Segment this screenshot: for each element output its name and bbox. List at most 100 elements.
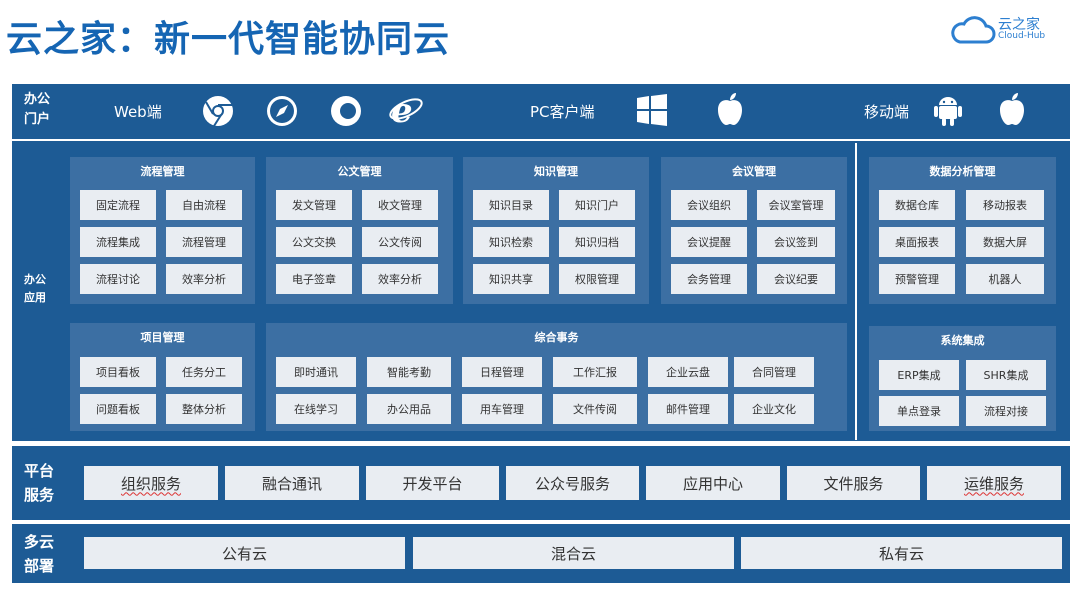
platform-label-line2: 服务 <box>24 486 55 504</box>
portal-label: 办公 门户 <box>24 90 50 130</box>
app-item[interactable]: 效率分析 <box>166 264 242 294</box>
app-item[interactable]: 会议室管理 <box>757 190 835 220</box>
app-item[interactable]: 日程管理 <box>462 357 542 387</box>
panel-meeting: 会议管理 会议组织 会议室管理 会议提醒 会议签到 会务管理 会议纪要 <box>661 157 847 304</box>
panel-project: 项目管理 项目看板 任务分工 问题看板 整体分析 <box>70 323 255 431</box>
panel-document: 公文管理 发文管理 收文管理 公文交换 公文传阅 电子签章 效率分析 <box>266 157 453 304</box>
panel-integration: 系统集成 ERP集成 SHR集成 单点登录 流程对接 <box>869 326 1056 431</box>
platform-service-item[interactable]: 运维服务 <box>927 466 1061 500</box>
panel-title: 知识管理 <box>534 165 578 178</box>
ie-icon: e <box>386 89 426 129</box>
app-item[interactable]: 邮件管理 <box>648 394 728 424</box>
app-item[interactable]: 数据仓库 <box>879 190 955 220</box>
windows-icon <box>632 90 672 130</box>
app-item[interactable]: 企业文化 <box>734 394 814 424</box>
app-item[interactable]: 文件传阅 <box>553 394 637 424</box>
platform-service-item[interactable]: 开发平台 <box>366 466 499 500</box>
app-item[interactable]: 会议组织 <box>671 190 747 220</box>
app-item[interactable]: 项目看板 <box>80 357 156 387</box>
firefox-icon <box>326 91 366 131</box>
mobile-label: 移动端 <box>864 103 910 121</box>
panel-title: 公文管理 <box>337 165 382 178</box>
panel-title: 综合事务 <box>534 331 579 344</box>
app-item[interactable]: 权限管理 <box>559 264 635 294</box>
app-item[interactable]: 自由流程 <box>166 190 242 220</box>
app-item[interactable]: 效率分析 <box>362 264 438 294</box>
app-item[interactable]: 机器人 <box>966 264 1044 294</box>
platform-service-item[interactable]: 组织服务 <box>84 466 218 500</box>
app-item[interactable]: 移动报表 <box>966 190 1044 220</box>
app-item[interactable]: 流程讨论 <box>80 264 156 294</box>
platform-label-line1: 平台 <box>24 462 55 480</box>
app-item[interactable]: 流程集成 <box>80 227 156 257</box>
app-item[interactable]: 公文交换 <box>276 227 352 257</box>
panel-title: 数据分析管理 <box>929 165 996 178</box>
app-item[interactable]: 智能考勤 <box>367 357 451 387</box>
platform-service-item[interactable]: 文件服务 <box>787 466 920 500</box>
cloud-deploy-item[interactable]: 私有云 <box>741 537 1062 569</box>
app-item[interactable]: ERP集成 <box>879 360 959 390</box>
app-item[interactable]: 任务分工 <box>166 357 242 387</box>
platform-label: 平台 服务 <box>24 459 54 507</box>
panel-knowledge: 知识管理 知识目录 知识门户 知识检索 知识归档 知识共享 权限管理 <box>463 157 649 304</box>
app-item[interactable]: 知识检索 <box>473 227 549 257</box>
platform-service-item[interactable]: 融合通讯 <box>225 466 359 500</box>
cloud-logo-icon <box>951 16 996 44</box>
apps-label-line2: 应用 <box>24 291 46 304</box>
app-item[interactable]: 数据大屏 <box>966 227 1044 257</box>
cloud-label: 多云 部署 <box>24 530 54 578</box>
app-item[interactable]: 工作汇报 <box>553 357 637 387</box>
android-icon <box>928 90 968 130</box>
panel-title: 系统集成 <box>940 334 985 347</box>
app-item[interactable]: 知识门户 <box>559 190 635 220</box>
app-item[interactable]: 预警管理 <box>879 264 955 294</box>
cloud-label-line2: 部署 <box>24 557 55 575</box>
app-item[interactable]: 流程管理 <box>166 227 242 257</box>
panel-title: 项目管理 <box>140 331 185 344</box>
platform-service-item[interactable]: 公众号服务 <box>506 466 639 500</box>
app-item[interactable]: SHR集成 <box>966 360 1046 390</box>
app-item[interactable]: 流程对接 <box>966 396 1046 426</box>
section-divider <box>855 143 857 440</box>
app-item[interactable]: 合同管理 <box>734 357 814 387</box>
app-item[interactable]: 整体分析 <box>166 394 242 424</box>
chrome-icon <box>198 91 238 131</box>
app-item[interactable]: 企业云盘 <box>648 357 728 387</box>
cloud-deploy-item[interactable]: 公有云 <box>84 537 405 569</box>
app-item[interactable]: 办公用品 <box>367 394 451 424</box>
panel-affairs: 综合事务 即时通讯 智能考勤 日程管理 工作汇报 企业云盘 合同管理 在线学习 … <box>266 323 847 431</box>
cloud-deploy-item[interactable]: 混合云 <box>413 537 734 569</box>
portal-band: 办公 门户 Web端 e PC客户端 移动端 <box>12 84 1070 139</box>
portal-label-line1: 办公 <box>24 92 51 107</box>
app-item[interactable]: 固定流程 <box>80 190 156 220</box>
panel-title: 流程管理 <box>140 165 185 178</box>
app-item[interactable]: 桌面报表 <box>879 227 955 257</box>
app-item[interactable]: 收文管理 <box>362 190 438 220</box>
panel-title: 会议管理 <box>732 165 776 178</box>
platform-service-label: 运维服务 <box>963 474 1024 493</box>
app-item[interactable]: 会议签到 <box>757 227 835 257</box>
app-item[interactable]: 用车管理 <box>462 394 542 424</box>
logo-subtext: Cloud-Hub <box>998 31 1046 41</box>
app-item[interactable]: 知识共享 <box>473 264 549 294</box>
web-label: Web端 <box>114 103 162 121</box>
app-item[interactable]: 知识归档 <box>559 227 635 257</box>
app-item[interactable]: 电子签章 <box>276 264 352 294</box>
pc-client-label: PC客户端 <box>530 103 595 121</box>
app-item[interactable]: 知识目录 <box>473 190 549 220</box>
app-item[interactable]: 发文管理 <box>276 190 352 220</box>
apps-label-line1: 办公 <box>24 273 46 286</box>
platform-service-item[interactable]: 应用中心 <box>646 466 780 500</box>
cloud-label-line1: 多云 <box>24 533 55 551</box>
page-title: 云之家：新一代智能协同云 <box>6 19 451 60</box>
app-item[interactable]: 即时通讯 <box>276 357 356 387</box>
app-item[interactable]: 问题看板 <box>80 394 156 424</box>
app-item[interactable]: 会议提醒 <box>671 227 747 257</box>
app-item[interactable]: 会议纪要 <box>757 264 835 294</box>
app-item[interactable]: 公文传阅 <box>362 227 438 257</box>
app-item[interactable]: 单点登录 <box>879 396 959 426</box>
panel-process: 流程管理 固定流程 自由流程 流程集成 流程管理 流程讨论 效率分析 <box>70 157 255 304</box>
app-item[interactable]: 会务管理 <box>671 264 747 294</box>
cloudhub-logo: 云之家 Cloud-Hub <box>950 12 1060 48</box>
app-item[interactable]: 在线学习 <box>276 394 356 424</box>
